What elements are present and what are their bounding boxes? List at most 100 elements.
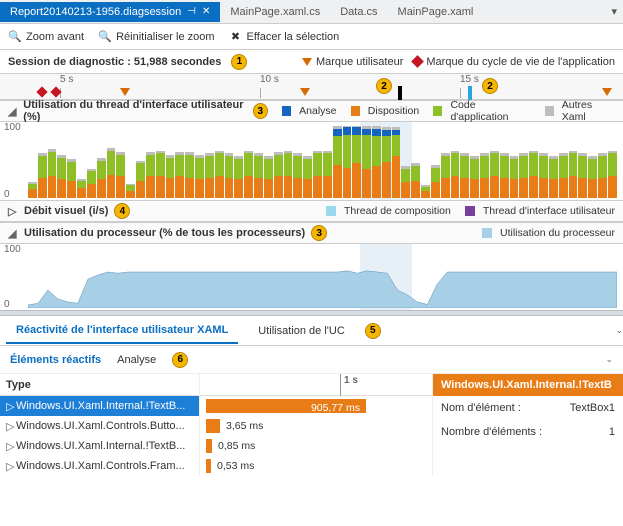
type-header[interactable]: Type (0, 374, 199, 396)
y-axis-label: 0 (4, 299, 10, 310)
duration-bar: 905,77 ms (206, 399, 366, 413)
legend-user-mark: Marque utilisateur (302, 56, 403, 68)
clear-selection-label: Effacer la sélection (247, 31, 340, 43)
callout-3b: 3 (311, 225, 327, 241)
callout-2b: 2 (482, 78, 498, 94)
ruler-tick: 15 s (460, 74, 479, 85)
time-tick: 1 s (340, 374, 358, 396)
bar-row: 0,53 ms (200, 456, 432, 476)
user-marker (602, 88, 612, 96)
callout-2a: 2 (376, 78, 392, 94)
collapse-icon[interactable]: ◢ (8, 105, 17, 118)
swatch-cpu (482, 228, 492, 238)
properties-panel: Windows.UI.Xaml.Internal.!TextB Nom d'él… (433, 374, 623, 476)
reset-zoom-label: Réinitialiser le zoom (116, 31, 214, 43)
callout-5: 5 (365, 323, 381, 339)
swatch-otherxaml (545, 106, 554, 116)
sub-tabs: Éléments réactifs Analyse 6 ⌄ (0, 346, 623, 374)
ui-thread-chart[interactable]: 100 0 (0, 122, 623, 200)
timeline-ruler[interactable]: 5 s 10 s 15 s 2 2 (0, 74, 623, 100)
zoom-in-icon: 🔍 (8, 30, 22, 44)
swatch-composition (326, 206, 336, 216)
tab-label: Report20140213-1956.diagsession (10, 6, 181, 18)
event-marker (468, 86, 472, 100)
duration-bar (206, 419, 220, 433)
duration-bar (206, 459, 211, 473)
prop-element-name: Nom d'élément : TextBox1 (433, 396, 623, 420)
type-column: Type ▷ Windows.UI.Xaml.Internal.!TextB..… (0, 374, 200, 476)
expand-icon[interactable]: ▷ (6, 460, 16, 473)
callout-3a: 3 (253, 103, 268, 119)
ruler-tick: 5 s (60, 74, 73, 85)
tab-mainpage-cs[interactable]: MainPage.xaml.cs (220, 2, 330, 22)
ui-thread-section-header: ◢ Utilisation du thread d'interface util… (0, 100, 623, 122)
tab-mainpage-xaml[interactable]: MainPage.xaml (388, 2, 484, 22)
tab-cpu-usage[interactable]: Utilisation de l'UC (248, 319, 354, 343)
expand-icon[interactable]: ▷ (6, 440, 16, 453)
document-tabbar: Report20140213-1956.diagsession ⊣ ✕ Main… (0, 0, 623, 24)
bar-row: 905,77 ms (200, 396, 432, 416)
cpu-section-header: ◢ Utilisation du processeur (% de tous l… (0, 222, 623, 244)
table-row[interactable]: ▷ Windows.UI.Xaml.Internal.!TextB... (0, 436, 199, 456)
y-axis-label: 0 (4, 189, 10, 200)
clear-selection-button[interactable]: ✖ Effacer la sélection (229, 30, 340, 44)
user-marker (300, 88, 310, 96)
reset-zoom-icon: 🔍 (98, 30, 112, 44)
legend-lifecycle-mark: Marque du cycle de vie de l'application (413, 56, 615, 68)
cpu-area (28, 248, 617, 308)
window-selector-icon[interactable]: ▾ (605, 5, 623, 18)
expand-icon[interactable]: ▷ (6, 420, 16, 433)
collapse-icon[interactable]: ◢ (8, 227, 18, 240)
details-area: Type ▷ Windows.UI.Xaml.Internal.!TextB..… (0, 374, 623, 476)
tab-active-report[interactable]: Report20140213-1956.diagsession ⊣ ✕ (0, 2, 220, 22)
user-mark-icon (302, 58, 312, 66)
expand-icon[interactable]: ▷ (8, 205, 18, 218)
properties-header: Windows.UI.Xaml.Internal.!TextB (433, 374, 623, 396)
swatch-appcode (433, 106, 442, 116)
ui-thread-title: Utilisation du thread d'interface utilis… (23, 99, 247, 123)
callout-4: 4 (114, 203, 130, 219)
chevron-down-icon[interactable]: ⌄ (615, 325, 623, 336)
zoom-in-label: Zoom avant (26, 31, 84, 43)
lifecycle-marker (36, 86, 47, 97)
bars-column: 1 s 905,77 ms 3,65 ms 0,85 ms 0,53 ms (200, 374, 433, 476)
detail-tabs: Réactivité de l'interface utilisateur XA… (0, 316, 623, 346)
toolbar: 🔍 Zoom avant 🔍 Réinitialiser le zoom ✖ E… (0, 24, 623, 50)
ruler-tick: 10 s (260, 74, 279, 85)
subtab-reactive-elements[interactable]: Éléments réactifs (10, 354, 101, 366)
table-row[interactable]: ▷ Windows.UI.Xaml.Internal.!TextB... (0, 396, 199, 416)
y-axis-label: 100 (4, 244, 21, 255)
event-marker (398, 86, 402, 100)
expand-icon[interactable]: ▷ (6, 400, 16, 413)
duration-bar (206, 439, 212, 453)
tab-data-cs[interactable]: Data.cs (330, 2, 387, 22)
subtab-analyze[interactable]: Analyse (117, 354, 156, 366)
duration-label: 905,77 ms (311, 402, 360, 414)
swatch-parse (282, 106, 291, 116)
pin-icon[interactable]: ⊣ (187, 6, 196, 17)
visual-throughput-header: ▷ Débit visuel (i/s) 4 Thread de composi… (0, 200, 623, 222)
clear-selection-icon: ✖ (229, 30, 243, 44)
duration-label: 0,53 ms (217, 460, 254, 472)
ui-thread-bars (28, 126, 617, 198)
zoom-in-button[interactable]: 🔍 Zoom avant (8, 30, 84, 44)
cpu-chart[interactable]: 100 0 (0, 244, 623, 310)
duration-label: 3,65 ms (226, 420, 263, 432)
visual-title: Débit visuel (i/s) (24, 205, 108, 217)
callout-6: 6 (172, 352, 188, 368)
callout-1: 1 (231, 54, 247, 70)
bar-row: 3,65 ms (200, 416, 432, 436)
table-row[interactable]: ▷ Windows.UI.Xaml.Controls.Butto... (0, 416, 199, 436)
bar-row: 0,85 ms (200, 436, 432, 456)
session-bar: Session de diagnostic : 51,988 secondes … (0, 50, 623, 74)
swatch-layout (351, 106, 360, 116)
swatch-ui (465, 206, 475, 216)
user-marker (120, 88, 130, 96)
session-label: Session de diagnostic : 51,988 secondes (8, 56, 221, 68)
close-icon[interactable]: ✕ (202, 6, 210, 17)
reset-zoom-button[interactable]: 🔍 Réinitialiser le zoom (98, 30, 214, 44)
y-axis-label: 100 (4, 122, 21, 133)
chevron-down-icon[interactable]: ⌄ (605, 354, 613, 365)
table-row[interactable]: ▷ Windows.UI.Xaml.Controls.Fram... (0, 456, 199, 476)
tab-xaml-responsiveness[interactable]: Réactivité de l'interface utilisateur XA… (6, 318, 238, 344)
